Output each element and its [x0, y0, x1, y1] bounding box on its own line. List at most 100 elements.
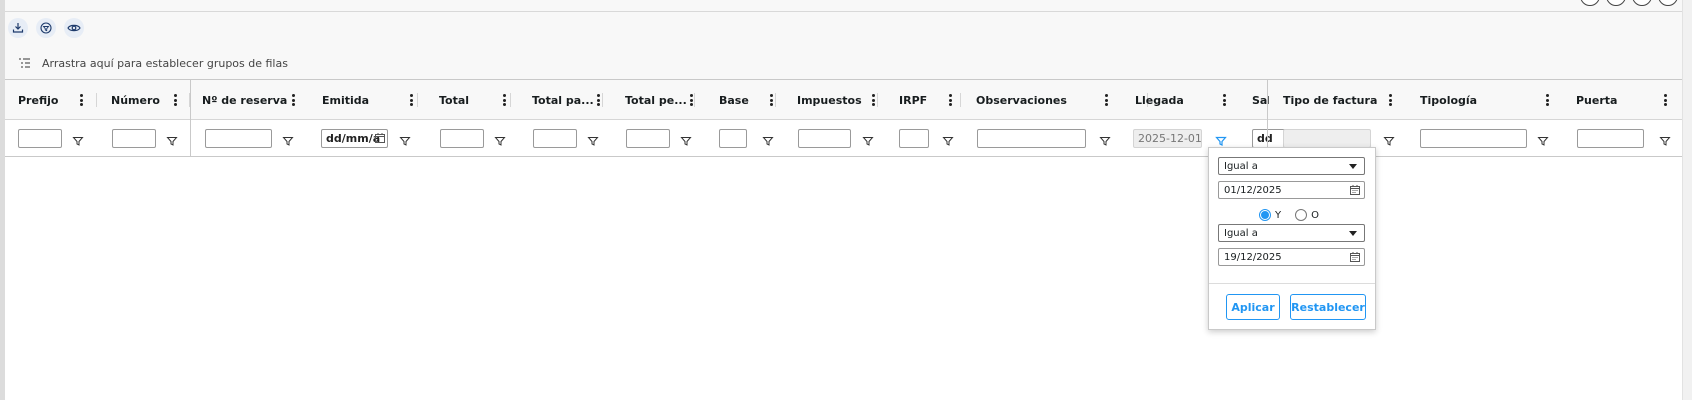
filter-toggle-button[interactable]: [36, 18, 56, 38]
filter-icon[interactable]: [1659, 132, 1671, 146]
filter-icon[interactable]: [680, 132, 692, 146]
filter-icon[interactable]: [862, 132, 874, 146]
column-header[interactable]: Observaciones: [976, 80, 1108, 120]
and-radio[interactable]: [1259, 209, 1271, 221]
column-filter-input[interactable]: [719, 129, 747, 148]
chevron-down-icon: [1349, 231, 1357, 236]
filter-icon[interactable]: [399, 132, 411, 146]
column-header[interactable]: Llegada: [1135, 80, 1226, 120]
column-menu-icon[interactable]: [869, 93, 877, 107]
column-menu-icon[interactable]: [767, 93, 775, 107]
condition1-date-value: 01/12/2025: [1224, 184, 1282, 196]
column-menu-icon[interactable]: [1661, 93, 1669, 107]
column-filter-input[interactable]: [899, 129, 929, 148]
calendar-icon[interactable]: [375, 133, 385, 146]
column-header[interactable]: Base: [719, 80, 773, 120]
column-filter-input[interactable]: [18, 129, 62, 148]
calendar-icon[interactable]: [1350, 185, 1360, 195]
column-menu-icon[interactable]: [1102, 93, 1110, 107]
column-filter-input[interactable]: [205, 129, 272, 148]
filter-icon[interactable]: [1215, 132, 1227, 146]
corner-circle-button[interactable]: [1580, 0, 1600, 6]
corner-circle-button[interactable]: [1658, 0, 1678, 6]
column-menu-icon[interactable]: [1386, 93, 1394, 107]
column-header[interactable]: Número: [111, 80, 177, 120]
column-header[interactable]: Tipo de factura: [1283, 80, 1392, 120]
column-header[interactable]: Total: [439, 80, 506, 120]
column-filter-input[interactable]: 2025-12-01: [1133, 129, 1202, 148]
column-header[interactable]: Nº de reserva: [202, 80, 295, 120]
column-filter-input[interactable]: [1283, 129, 1371, 148]
filter-icon[interactable]: [72, 132, 84, 146]
column-header[interactable]: Puerta: [1576, 80, 1667, 120]
filter-icon[interactable]: [494, 132, 506, 146]
column-menu-icon[interactable]: [1220, 93, 1228, 107]
column-header[interactable]: Tipología: [1420, 80, 1549, 120]
column-filter-input[interactable]: [533, 129, 577, 148]
condition1-operator-value: Igual a: [1224, 160, 1258, 172]
column-resize-handle[interactable]: [417, 93, 418, 107]
popup-divider: [1209, 283, 1375, 284]
row-group-panel[interactable]: Arrastra aquí para establecer grupos de …: [5, 48, 1682, 78]
column-resize-handle[interactable]: [877, 93, 878, 107]
column-menu-icon[interactable]: [687, 93, 695, 107]
filter-icon[interactable]: [587, 132, 599, 146]
column-resize-handle[interactable]: [510, 93, 511, 107]
column-menu-icon[interactable]: [407, 93, 415, 107]
column-resize-handle[interactable]: [960, 93, 961, 107]
apply-button[interactable]: Aplicar: [1226, 294, 1280, 320]
filter-icon: [40, 22, 52, 34]
column-filter-input[interactable]: [626, 129, 670, 148]
filter-icon[interactable]: [166, 132, 178, 146]
filter-icon[interactable]: [762, 132, 774, 146]
column-filter-input[interactable]: [1420, 129, 1527, 148]
column-header-label: Nº de reserva: [202, 93, 288, 107]
column-menu-icon[interactable]: [289, 93, 297, 107]
reset-button[interactable]: Restablecer: [1290, 294, 1366, 320]
corner-circle-button[interactable]: [1606, 0, 1626, 6]
column-menu-icon[interactable]: [594, 93, 602, 107]
data-grid: Prefijo Número Nº de reserva Emitida Total To…: [5, 79, 1682, 400]
column-header[interactable]: Prefijo: [18, 80, 83, 120]
column-filter-value: 2025-12-01: [1138, 132, 1202, 145]
column-menu-icon[interactable]: [946, 93, 954, 107]
column-header[interactable]: Total pe...: [625, 80, 693, 120]
condition2-date-input[interactable]: 19/12/2025: [1218, 248, 1365, 266]
column-filter-input[interactable]: [440, 129, 484, 148]
column-filter-value: dd: [1257, 132, 1273, 145]
column-header[interactable]: Emitida: [322, 80, 413, 120]
filter-icon[interactable]: [1537, 132, 1549, 146]
column-filter-input[interactable]: [112, 129, 156, 148]
column-filter-input[interactable]: [977, 129, 1086, 148]
column-resize-handle[interactable]: [96, 93, 97, 107]
column-filter-input[interactable]: [1577, 129, 1644, 148]
export-button[interactable]: [8, 18, 28, 38]
condition1-date-input[interactable]: 01/12/2025: [1218, 181, 1365, 199]
or-radio[interactable]: [1295, 209, 1308, 221]
filter-icon[interactable]: [1383, 132, 1395, 146]
filter-icon[interactable]: [1099, 132, 1111, 146]
condition2-operator-select[interactable]: Igual a: [1218, 224, 1365, 242]
column-filter-input[interactable]: dd/mm/a: [321, 129, 388, 148]
filter-icon[interactable]: [942, 132, 954, 146]
corner-circle-button[interactable]: [1632, 0, 1652, 6]
column-menu-icon[interactable]: [171, 93, 179, 107]
column-resize-handle[interactable]: [775, 93, 776, 107]
visibility-button[interactable]: [64, 18, 84, 38]
column-resize-handle[interactable]: [602, 93, 603, 107]
column-header[interactable]: Total pa...: [532, 80, 600, 120]
column-menu-icon[interactable]: [500, 93, 508, 107]
column-header-label: Prefijo: [18, 93, 59, 107]
column-filter-input[interactable]: [798, 129, 851, 148]
column-menu-icon[interactable]: [1543, 93, 1551, 107]
column-header-label: Base: [719, 93, 749, 107]
column-header-label: Llegada: [1135, 93, 1184, 107]
condition2-operator-value: Igual a: [1224, 227, 1258, 239]
vertical-scrollbar[interactable]: [1682, 0, 1692, 400]
calendar-icon[interactable]: [1350, 252, 1360, 262]
column-header[interactable]: IRPF: [899, 80, 952, 120]
filter-icon[interactable]: [282, 132, 294, 146]
condition1-operator-select[interactable]: Igual a: [1218, 157, 1365, 175]
column-menu-icon[interactable]: [77, 93, 85, 107]
column-header[interactable]: Impuestos: [797, 80, 875, 120]
